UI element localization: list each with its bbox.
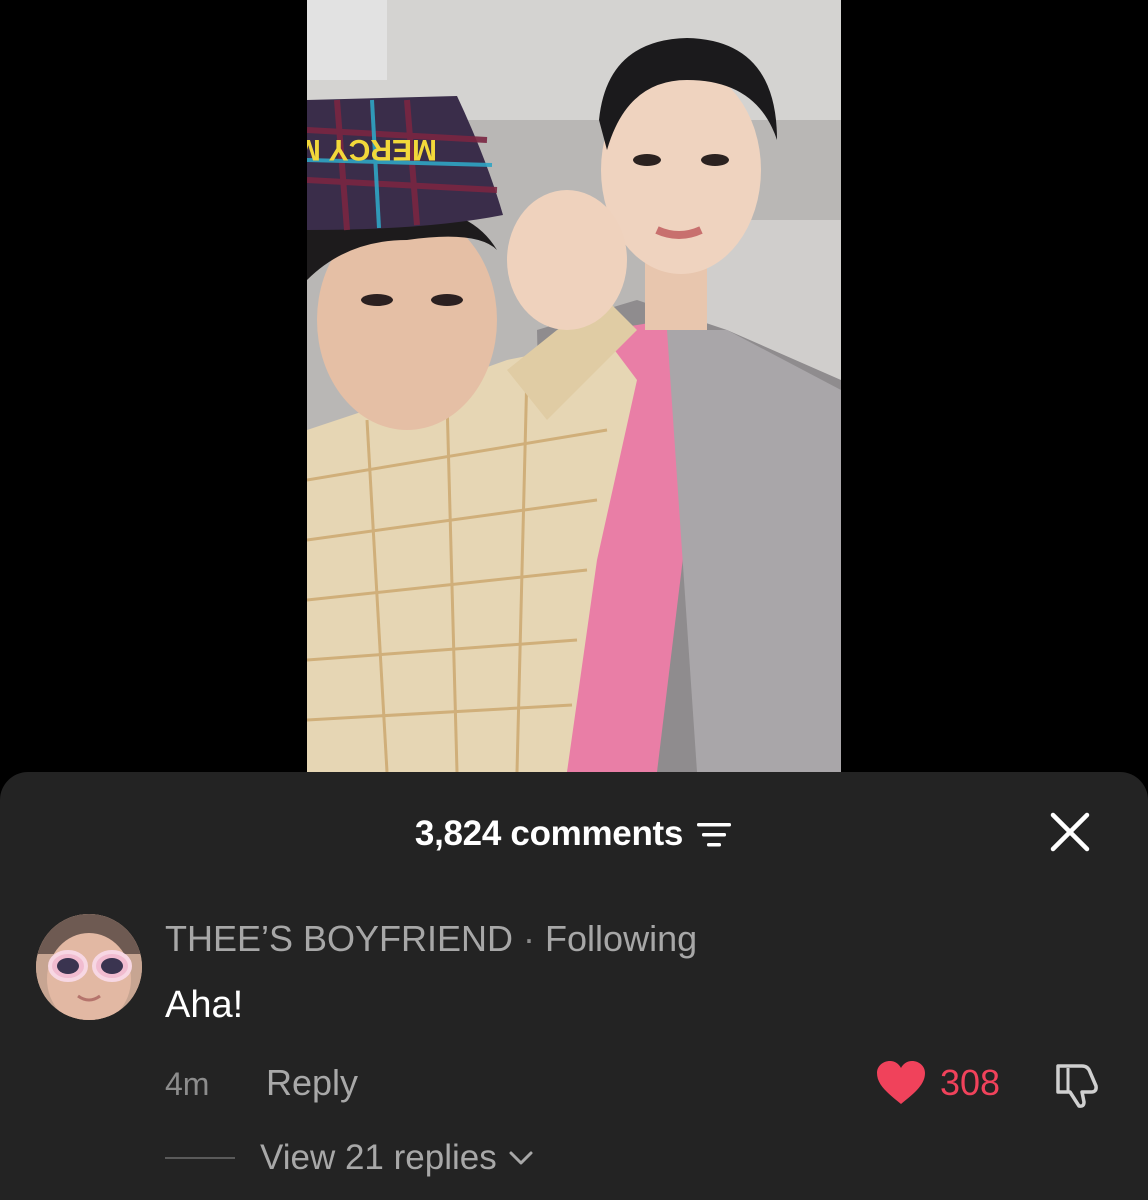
comment-text: Aha! <box>165 984 244 1026</box>
comments-title: 3,824 comments <box>0 814 1148 854</box>
avatar[interactable] <box>36 914 142 1020</box>
view-replies-label: View 21 replies <box>260 1138 497 1177</box>
close-icon <box>1050 812 1090 852</box>
following-label: Following <box>545 918 698 959</box>
comments-count-label: 3,824 comments <box>414 814 684 853</box>
view-replies-button[interactable]: View 21 replies <box>165 1138 535 1178</box>
video-player[interactable]: MERCY MODE <box>0 0 1148 775</box>
heart-icon <box>877 1061 925 1104</box>
video-thumbnail: MERCY MODE <box>307 0 841 772</box>
comments-header: 3,824 comments <box>0 808 1148 864</box>
hat-logo-text: MERCY MODE <box>307 133 437 166</box>
replies-divider <box>165 1157 235 1159</box>
sort-filter-icon[interactable] <box>695 819 733 849</box>
comment-username[interactable]: THEE’S BOYFRIEND <box>165 918 513 959</box>
like-button[interactable]: 308 <box>876 1060 1000 1106</box>
dislike-button[interactable] <box>1052 1060 1102 1110</box>
comment-time: 4m <box>165 1066 210 1102</box>
like-count: 308 <box>940 1062 1001 1103</box>
thumbs-down-icon <box>1056 1064 1098 1108</box>
meta-separator: · <box>523 918 536 959</box>
comment-meta: THEE’S BOYFRIEND · Following <box>165 918 697 960</box>
comments-sheet: 3,824 comments THEE’S BOYFRIEND · Follow… <box>0 772 1148 1200</box>
comment-item: THEE’S BOYFRIEND · Following Aha! 4m Reply… <box>0 910 1148 1177</box>
chevron-down-icon <box>509 1151 533 1165</box>
close-button[interactable] <box>1048 810 1092 854</box>
reply-button[interactable]: Reply <box>266 1062 358 1104</box>
video-frame[interactable]: MERCY MODE <box>307 0 841 772</box>
